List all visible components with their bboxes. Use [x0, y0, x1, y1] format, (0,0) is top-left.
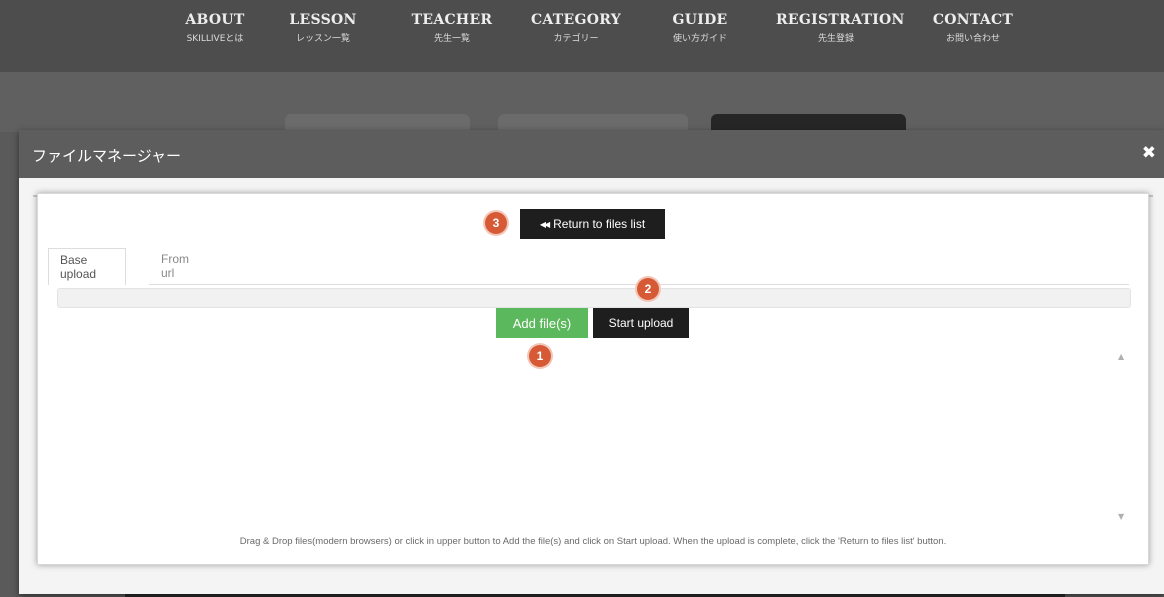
- nav-item-contact[interactable]: CONTACT お問い合わせ: [930, 12, 1016, 44]
- return-to-files-button[interactable]: ◀◀ Return to files list: [520, 209, 665, 239]
- nav-lesson-sub: レッスン一覧: [295, 34, 350, 44]
- double-chevron-left-icon: ◀◀: [539, 219, 550, 229]
- modal-header: ファイルマネージャー ✖: [19, 130, 1164, 178]
- nav-contact-label: CONTACT: [932, 12, 1014, 28]
- nav-teacher-sub: 先生一覧: [433, 34, 470, 44]
- nav-item-lesson[interactable]: LESSON レッスン一覧: [285, 12, 361, 44]
- scroll-up-icon[interactable]: ▲: [1118, 352, 1124, 361]
- nav-item-category[interactable]: CATEGORY カテゴリー: [530, 12, 622, 44]
- step-badge-3: 3: [485, 212, 507, 234]
- step-badge-1: 1: [529, 345, 551, 367]
- nav-item-about[interactable]: ABOUT SKILLIVEとは: [175, 12, 255, 44]
- close-icon[interactable]: ✖: [1142, 143, 1156, 163]
- nav-guide-sub: 使い方ガイド: [672, 34, 727, 44]
- tab-from-url[interactable]: From url: [150, 248, 200, 283]
- nav-registration-sub: 先生登録: [817, 34, 854, 44]
- nav-about-label: ABOUT: [185, 12, 245, 28]
- nav-category-sub: カテゴリー: [553, 34, 599, 44]
- nav-category-label: CATEGORY: [530, 12, 622, 28]
- nav-contact-sub: お問い合わせ: [945, 34, 1000, 44]
- return-button-label: Return to files list: [553, 217, 646, 231]
- drop-zone-scrollbar[interactable]: ▲ ▼: [1116, 352, 1130, 532]
- start-upload-button[interactable]: Start upload: [593, 308, 689, 338]
- nav-guide-label: GUIDE: [672, 12, 728, 28]
- add-files-button[interactable]: Add file(s): [496, 308, 588, 338]
- upload-panel: ◀◀ Return to files list Base upload From…: [37, 193, 1149, 565]
- upload-progress-bar: [57, 288, 1131, 308]
- site-top-nav: ABOUT SKILLIVEとは LESSON レッスン一覧 TEACHER 先…: [0, 0, 1164, 72]
- nav-item-teacher[interactable]: TEACHER 先生一覧: [410, 12, 494, 44]
- nav-item-guide[interactable]: GUIDE 使い方ガイド: [665, 12, 735, 44]
- file-drop-zone[interactable]: [57, 344, 1129, 524]
- scroll-down-icon[interactable]: ▼: [1118, 512, 1124, 521]
- nav-about-sub: SKILLIVEとは: [186, 34, 244, 44]
- nav-lesson-label: LESSON: [289, 12, 357, 28]
- nav-item-registration[interactable]: REGISTRATION 先生登録: [776, 12, 905, 44]
- modal-title: ファイルマネージャー: [32, 147, 181, 165]
- tab-base-upload[interactable]: Base upload: [48, 248, 126, 285]
- step-badge-2: 2: [637, 278, 659, 300]
- nav-registration-label: REGISTRATION: [776, 12, 905, 28]
- nav-teacher-label: TEACHER: [411, 12, 493, 28]
- drop-hint-text: Drag & Drop files(modern browsers) or cl…: [239, 536, 947, 547]
